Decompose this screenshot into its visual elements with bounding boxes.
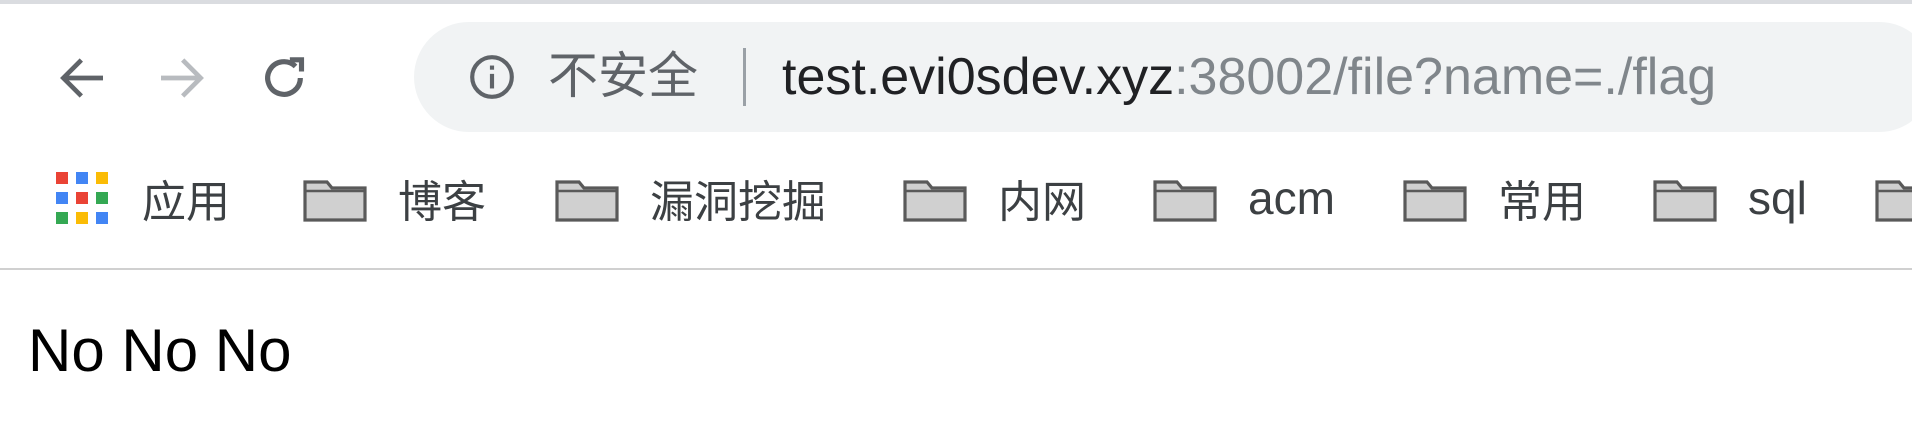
bookmark-label: acm [1248, 172, 1335, 224]
folder-icon [1402, 173, 1468, 223]
bookmark-label: 漏洞挖掘 [650, 177, 826, 228]
page-body-text: No No No [28, 317, 292, 384]
folder-icon [902, 173, 968, 223]
back-button[interactable] [46, 42, 118, 114]
bookmark-label: 常用 [1498, 177, 1586, 228]
bookmark-folder-common[interactable]: 常用 [1402, 168, 1586, 228]
arrow-right-icon [161, 58, 204, 98]
url-host: test.evi0sdev.xyz [782, 48, 1175, 106]
bookmark-folder-acm[interactable]: acm [1152, 168, 1335, 228]
bookmark-folder-intranet[interactable]: 内网 [902, 168, 1086, 228]
reload-icon [265, 57, 305, 97]
reload-button[interactable] [248, 42, 320, 114]
page-content: No No No [0, 270, 1912, 440]
bookmarks-bar: 应用 博客 漏洞挖掘 内网 acm 常用 sql [0, 148, 1912, 266]
omnibox-divider [743, 48, 746, 106]
folder-icon [1874, 173, 1912, 223]
folder-icon [554, 173, 620, 223]
folder-icon [1152, 173, 1218, 223]
bookmark-label: sql [1748, 172, 1807, 224]
bookmark-folder-overflow[interactable] [1874, 168, 1912, 228]
bookmark-folder-sql[interactable]: sql [1652, 168, 1807, 228]
bookmark-label: 博客 [398, 177, 486, 228]
info-icon[interactable] [464, 49, 520, 105]
address-bar[interactable]: 不安全 test.evi0sdev.xyz:38002/file?name=./… [414, 22, 1912, 132]
bookmark-folder-vuln[interactable]: 漏洞挖掘 [554, 168, 826, 228]
security-status-label[interactable]: 不安全 [548, 46, 698, 106]
url-text[interactable]: test.evi0sdev.xyz:38002/file?name=./flag [782, 46, 1716, 108]
bookmark-apps[interactable]: 应用 [56, 168, 230, 228]
apps-grid-icon [56, 172, 108, 224]
forward-button[interactable] [146, 42, 218, 114]
bookmark-folder-blog[interactable]: 博客 [302, 168, 486, 228]
folder-icon [1652, 173, 1718, 223]
browser-toolbar: 不安全 test.evi0sdev.xyz:38002/file?name=./… [0, 4, 1912, 144]
bookmark-label: 应用 [142, 177, 230, 228]
url-path: :38002/file?name=./flag [1174, 48, 1717, 106]
arrow-left-icon [60, 58, 103, 98]
bookmark-label: 内网 [998, 177, 1086, 228]
folder-icon [302, 173, 368, 223]
